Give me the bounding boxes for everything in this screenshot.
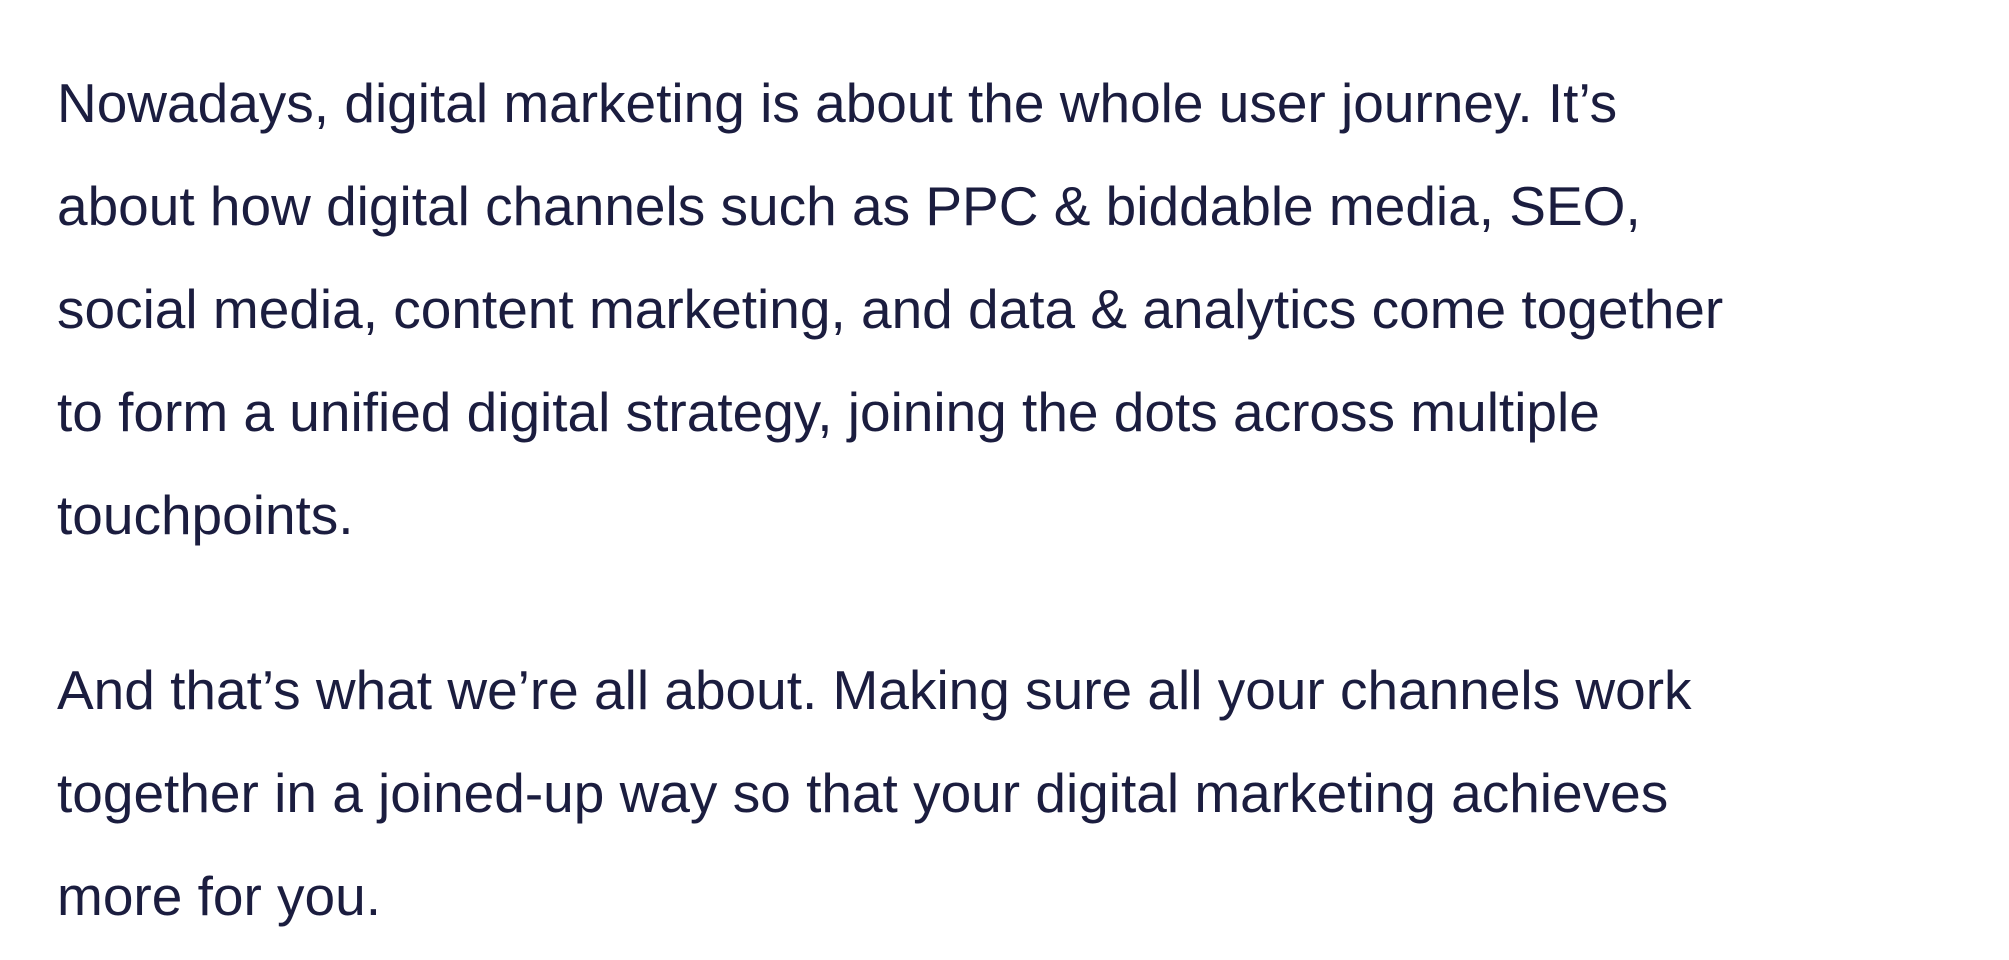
article-body: Nowadays, digital marketing is about the… xyxy=(57,52,1987,948)
paragraph-intro: Nowadays, digital marketing is about the… xyxy=(57,72,1724,546)
paragraph-mission: And that’s what we’re all about. Making … xyxy=(57,659,1692,927)
